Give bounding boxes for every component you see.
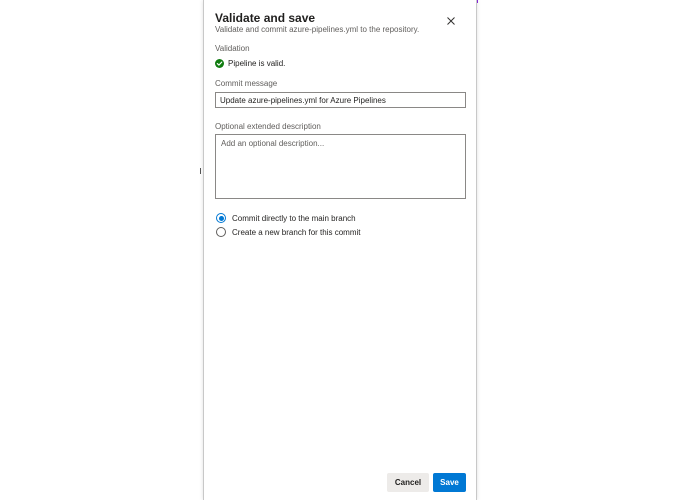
commit-message-input[interactable]: [215, 92, 466, 108]
description-label: Optional extended description: [215, 122, 321, 131]
background-marker: [200, 168, 201, 174]
close-button[interactable]: [444, 14, 458, 28]
radio-label-new-branch: Create a new branch for this commit: [232, 227, 361, 237]
close-icon: [447, 17, 455, 25]
check-circle-icon: [215, 58, 224, 68]
validation-status: Pipeline is valid.: [215, 57, 285, 69]
validation-status-text: Pipeline is valid.: [228, 58, 286, 68]
description-textarea[interactable]: [215, 134, 466, 199]
validate-and-save-dialog: Validate and save Validate and commit az…: [203, 0, 477, 500]
radio-create-new-branch[interactable]: Create a new branch for this commit: [216, 226, 361, 238]
save-button[interactable]: Save: [433, 473, 466, 492]
cancel-button[interactable]: Cancel: [387, 473, 429, 492]
radio-button-selected[interactable]: [216, 213, 226, 223]
radio-label-commit-main: Commit directly to the main branch: [232, 213, 356, 223]
page: Validate and save Validate and commit az…: [0, 0, 680, 500]
validation-label: Validation: [215, 44, 250, 53]
radio-selected-dot: [218, 215, 224, 221]
dialog-subtitle: Validate and commit azure-pipelines.yml …: [215, 25, 420, 34]
radio-commit-main-branch[interactable]: Commit directly to the main branch: [216, 212, 356, 224]
commit-message-label: Commit message: [215, 79, 278, 88]
dialog-title: Validate and save: [215, 11, 316, 25]
radio-button-unselected[interactable]: [216, 227, 226, 237]
